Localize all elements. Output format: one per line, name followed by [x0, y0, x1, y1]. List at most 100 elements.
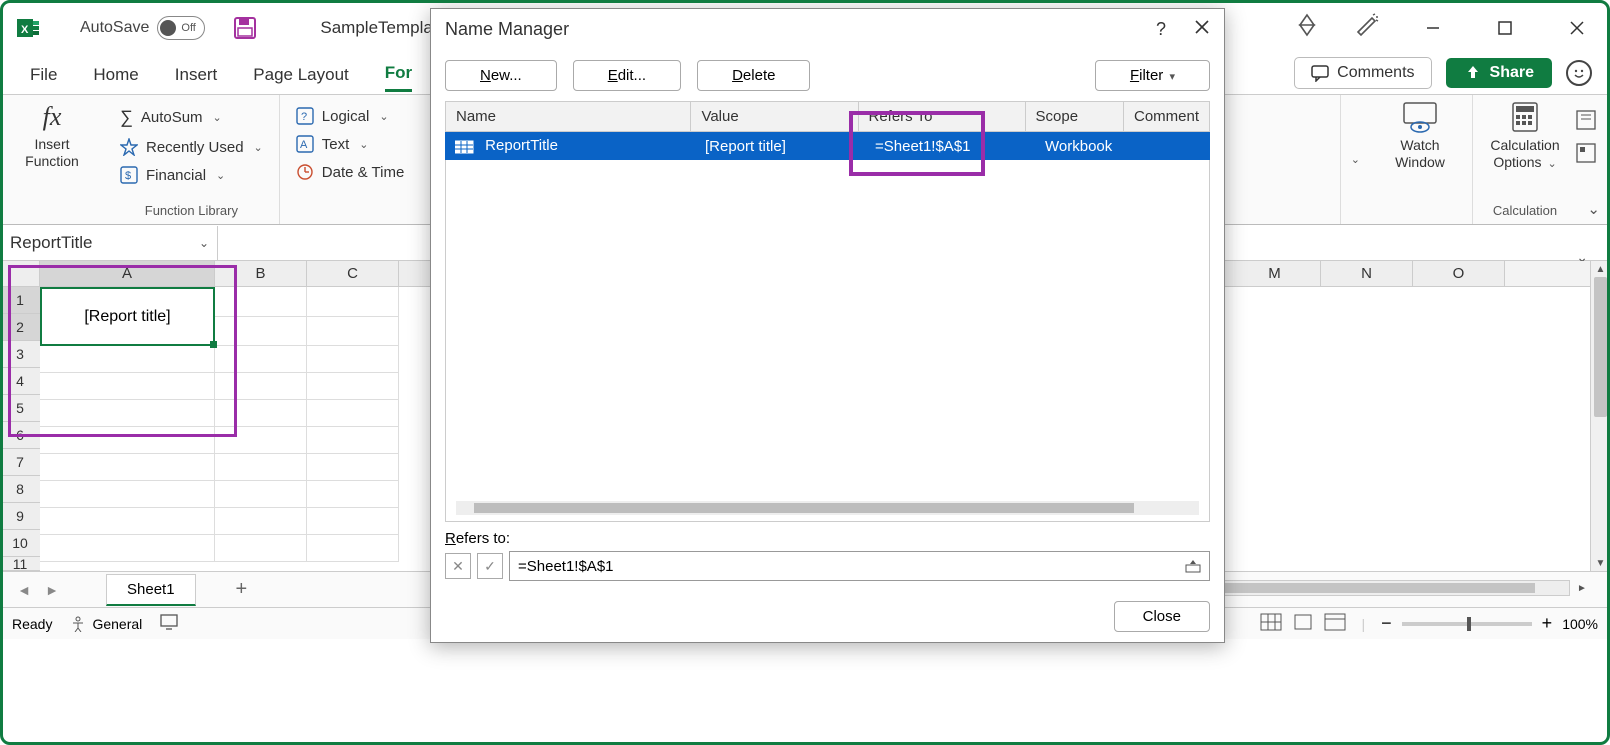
zoom-slider[interactable] — [1402, 622, 1532, 626]
cell-a8[interactable] — [40, 481, 215, 508]
name-row-selected[interactable]: ReportTitle [Report title] =Sheet1!$A$1 … — [445, 132, 1210, 160]
calc-options-button[interactable]: Calculation Options ⌄ — [1485, 101, 1565, 171]
calc-sheet-icon[interactable] — [1575, 142, 1597, 169]
cell-a1-a2[interactable]: [Report title] — [40, 287, 215, 346]
row-header-3[interactable]: 3 — [0, 341, 40, 368]
row-header-7[interactable]: 7 — [0, 449, 40, 476]
refers-to-input[interactable]: =Sheet1!$A$1 — [509, 551, 1210, 581]
watch-window-button[interactable]: Watch Window — [1380, 101, 1460, 171]
col-header-b[interactable]: B — [215, 261, 307, 286]
cell-c7[interactable] — [307, 454, 399, 481]
cell-a3[interactable] — [40, 346, 215, 373]
fill-handle[interactable] — [210, 341, 217, 348]
sheet-next-button[interactable]: ► — [38, 582, 66, 598]
row-header-11[interactable]: 11 — [0, 557, 40, 571]
dialog-list-body[interactable] — [445, 160, 1210, 522]
filter-button[interactable]: Filter ▾ — [1095, 60, 1210, 91]
edit-button[interactable]: Edit... — [573, 60, 681, 91]
zoom-slider-knob[interactable] — [1467, 617, 1471, 631]
col-header-n[interactable]: N — [1321, 261, 1413, 286]
minimize-button[interactable] — [1414, 9, 1452, 47]
row-header-6[interactable]: 6 — [0, 422, 40, 449]
copilot-icon[interactable] — [1294, 12, 1320, 43]
cell-b4[interactable] — [215, 373, 307, 400]
display-settings-icon[interactable] — [160, 614, 178, 633]
vertical-scrollbar[interactable]: ▲ ▼ — [1590, 261, 1610, 571]
recently-used-button[interactable]: Recently Used ⌄ — [116, 136, 267, 158]
autosum-button[interactable]: ∑ AutoSum ⌄ — [116, 105, 267, 130]
cell-a6[interactable] — [40, 427, 215, 454]
col-header-m[interactable]: M — [1229, 261, 1321, 286]
share-button[interactable]: Share — [1446, 58, 1552, 88]
col-header-o[interactable]: O — [1413, 261, 1505, 286]
comments-button[interactable]: Comments — [1294, 57, 1431, 89]
sheet-tab-sheet1[interactable]: Sheet1 — [106, 574, 196, 606]
sheet-prev-button[interactable]: ◄ — [10, 582, 38, 598]
ribbon-overflow[interactable]: ⌄ — [1340, 95, 1368, 224]
refers-cancel-button[interactable]: ✕ — [445, 553, 471, 579]
col-name[interactable]: Name — [446, 102, 691, 131]
row-header-4[interactable]: 4 — [0, 368, 40, 395]
select-all-corner[interactable] — [0, 261, 40, 287]
pen-icon[interactable] — [1354, 12, 1380, 43]
zoom-out-button[interactable]: − — [1381, 613, 1392, 634]
autosave-toggle[interactable]: AutoSave Off — [80, 16, 205, 40]
cell-c4[interactable] — [307, 373, 399, 400]
scrollbar-thumb[interactable] — [1594, 277, 1607, 417]
cell-b7[interactable] — [215, 454, 307, 481]
cell-b6[interactable] — [215, 427, 307, 454]
tab-formulas[interactable]: For — [385, 57, 412, 92]
col-refers[interactable]: Refers To — [859, 102, 1026, 131]
cell-b10[interactable] — [215, 535, 307, 562]
insert-function-button[interactable]: fx Insert Function — [12, 101, 92, 170]
cell-b9[interactable] — [215, 508, 307, 535]
dialog-help-button[interactable]: ? — [1156, 19, 1166, 40]
cell-a7[interactable] — [40, 454, 215, 481]
text-button[interactable]: A Text ⌄ — [292, 133, 409, 155]
name-box[interactable]: ReportTitle ⌄ — [0, 226, 218, 260]
cell-a10[interactable] — [40, 535, 215, 562]
cell-c6[interactable] — [307, 427, 399, 454]
view-normal-icon[interactable] — [1260, 613, 1282, 634]
new-button[interactable]: NNew...ew... — [445, 60, 557, 91]
zoom-in-button[interactable]: + — [1542, 613, 1553, 634]
cell-c1[interactable] — [307, 287, 399, 317]
close-dialog-button[interactable]: Close — [1114, 601, 1210, 632]
close-button[interactable] — [1558, 9, 1596, 47]
row-header-2[interactable]: 2 — [0, 314, 40, 341]
cell-b1[interactable] — [215, 287, 307, 317]
tab-page-layout[interactable]: Page Layout — [253, 59, 348, 91]
view-page-layout-icon[interactable] — [1292, 613, 1314, 634]
delete-button[interactable]: Delete — [697, 60, 810, 91]
cell-c2[interactable] — [307, 317, 399, 346]
row-header-10[interactable]: 10 — [0, 530, 40, 557]
cell-c10[interactable] — [307, 535, 399, 562]
feedback-icon[interactable] — [1566, 60, 1592, 86]
row-header-8[interactable]: 8 — [0, 476, 40, 503]
row-header-9[interactable]: 9 — [0, 503, 40, 530]
col-scope[interactable]: Scope — [1026, 102, 1124, 131]
col-comment[interactable]: Comment — [1124, 102, 1209, 131]
cell-c3[interactable] — [307, 346, 399, 373]
scroll-down-arrow[interactable]: ▼ — [1591, 555, 1610, 571]
tab-insert[interactable]: Insert — [175, 59, 218, 91]
ribbon-collapse-button[interactable]: ⌄ — [1587, 200, 1600, 218]
date-time-button[interactable]: Date & Time — [292, 161, 409, 183]
dialog-close-button[interactable] — [1194, 19, 1210, 40]
row-header-5[interactable]: 5 — [0, 395, 40, 422]
col-header-a[interactable]: A — [40, 261, 215, 286]
scroll-up-arrow[interactable]: ▲ — [1591, 261, 1610, 277]
cell-c5[interactable] — [307, 400, 399, 427]
calc-now-icon[interactable] — [1575, 109, 1597, 136]
hscroll-right[interactable]: ► — [1574, 580, 1590, 596]
cell-a4[interactable] — [40, 373, 215, 400]
cell-a9[interactable] — [40, 508, 215, 535]
cell-b3[interactable] — [215, 346, 307, 373]
add-sheet-button[interactable]: + — [236, 578, 248, 601]
chevron-down-icon[interactable]: ⌄ — [199, 236, 209, 250]
toggle-switch[interactable]: Off — [157, 16, 205, 40]
cell-c9[interactable] — [307, 508, 399, 535]
tab-home[interactable]: Home — [93, 59, 138, 91]
cell-c8[interactable] — [307, 481, 399, 508]
dialog-hscroll-thumb[interactable] — [474, 503, 1134, 513]
